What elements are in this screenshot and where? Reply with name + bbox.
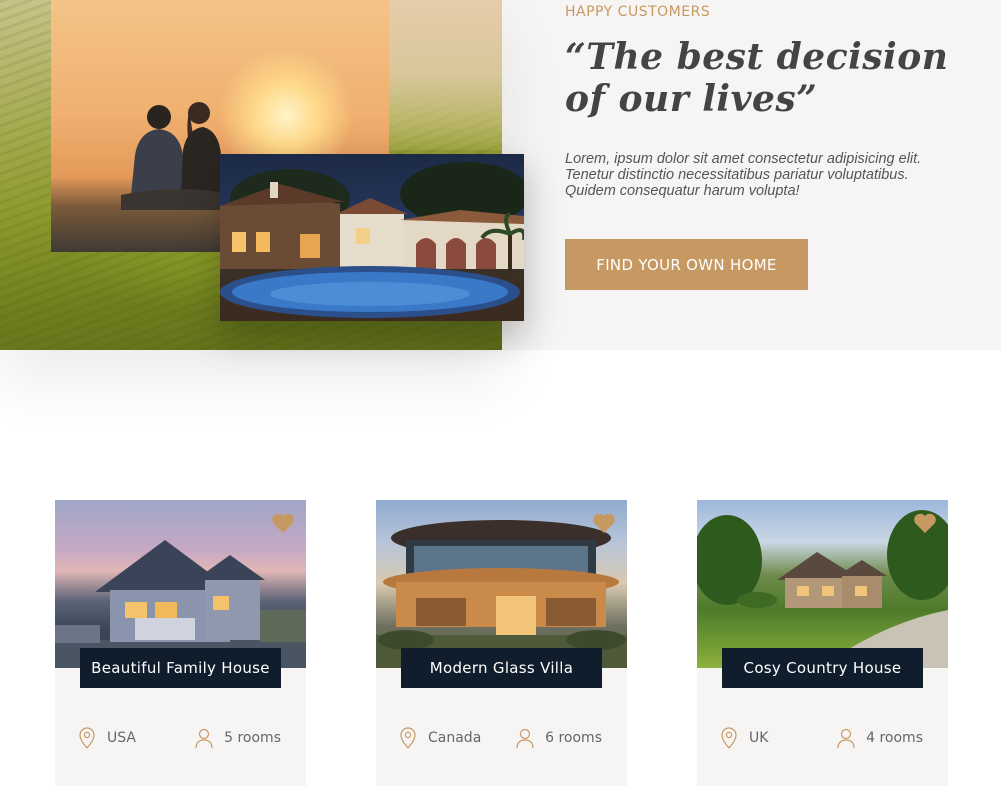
- home-card[interactable]: Modern Glass Villa Canada 6 rooms: [376, 500, 627, 786]
- home-location: USA: [77, 727, 136, 749]
- heart-icon[interactable]: [592, 512, 616, 534]
- heart-icon[interactable]: [271, 512, 295, 534]
- map-pin-icon: [400, 727, 416, 749]
- location-text: USA: [107, 730, 136, 746]
- user-icon: [195, 728, 213, 749]
- find-home-button[interactable]: FIND YOUR OWN HOME: [565, 239, 808, 290]
- villa-pool-night-photo: [220, 154, 524, 321]
- country-house-illustration: [697, 510, 948, 668]
- user-icon: [516, 728, 534, 749]
- heart-icon[interactable]: [913, 512, 937, 534]
- rooms-text: 5 rooms: [224, 730, 281, 746]
- home-card[interactable]: Cosy Country House UK 4 rooms: [697, 500, 948, 786]
- couple-silhouette: [121, 102, 236, 210]
- family-house-illustration: [55, 540, 306, 668]
- home-card[interactable]: Beautiful Family House USA 5 rooms: [55, 500, 306, 786]
- section-label: HAPPY CUSTOMERS: [565, 4, 711, 20]
- home-rooms: 5 rooms: [194, 727, 281, 749]
- map-pin-icon: [79, 727, 95, 749]
- stories-section: HAPPY CUSTOMERS “The best decision of ou…: [0, 0, 1001, 350]
- glass-villa-illustration: [376, 520, 627, 668]
- glass-villa-photo: [376, 500, 627, 668]
- user-icon: [837, 728, 855, 749]
- rooms-text: 6 rooms: [545, 730, 602, 746]
- rooms-text: 4 rooms: [866, 730, 923, 746]
- home-title[interactable]: Cosy Country House: [722, 648, 923, 688]
- country-house-photo: [697, 500, 948, 668]
- testimonial-text: Lorem, ipsum dolor sit amet consectetur …: [565, 151, 922, 199]
- home-title[interactable]: Modern Glass Villa: [401, 648, 602, 688]
- mist-overlay: [388, 0, 502, 150]
- location-text: Canada: [428, 730, 482, 746]
- family-house-photo: [55, 500, 306, 668]
- map-pin-icon: [721, 727, 737, 749]
- home-title[interactable]: Beautiful Family House: [80, 648, 281, 688]
- home-rooms: 6 rooms: [515, 727, 602, 749]
- testimonial-title: “The best decision of our lives”: [565, 36, 949, 120]
- villa-illustration: [220, 162, 524, 318]
- home-location: UK: [719, 727, 768, 749]
- location-text: UK: [749, 730, 769, 746]
- home-location: Canada: [398, 727, 481, 749]
- home-rooms: 4 rooms: [836, 727, 923, 749]
